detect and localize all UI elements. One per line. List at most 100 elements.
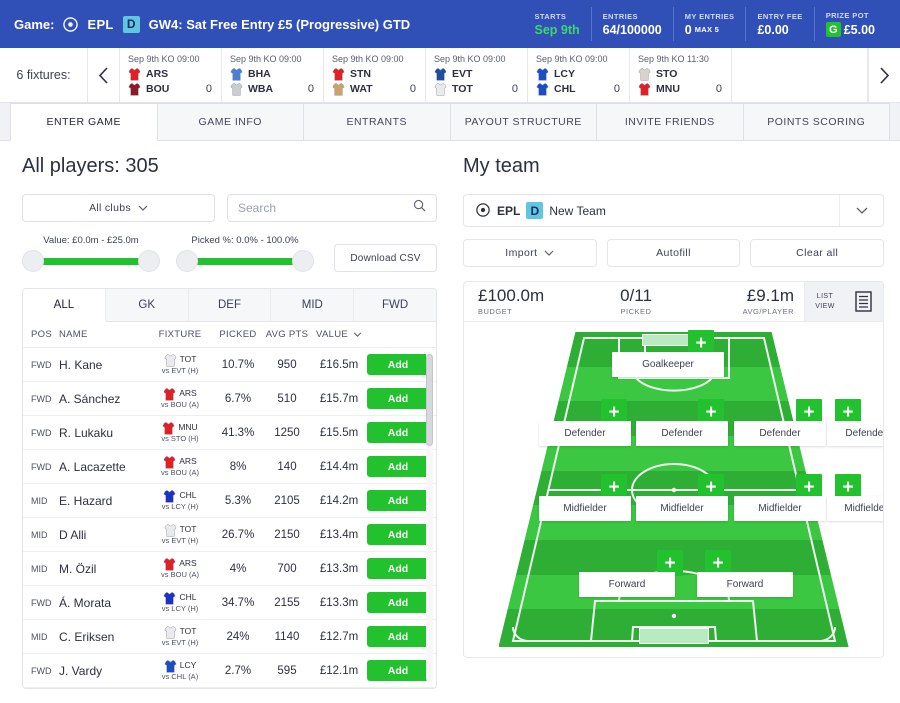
table-row[interactable]: FWD A. Lacazette ARS vs BOU (A) 8% 140 £…	[23, 450, 436, 484]
slot-position-label: Midfielder	[827, 496, 883, 521]
team-selector[interactable]: EPL D New Team	[463, 194, 884, 227]
value-slider-label: Value: £0.0m - £25.0m	[43, 235, 139, 246]
away-shirt-icon	[128, 82, 141, 96]
table-row[interactable]: FWD H. Kane TOT vs EVT (H) 10.7% 950 £16…	[23, 348, 436, 382]
away-team-abbr: CHL	[554, 82, 576, 95]
chevron-down-icon	[544, 247, 554, 259]
chevron-right-icon[interactable]	[868, 48, 900, 102]
table-row[interactable]: MID C. Eriksen TOT vs EVT (H) 24% 1140 £…	[23, 620, 436, 654]
fixture-away-team: WAT	[332, 81, 417, 96]
import-button[interactable]: Import	[463, 239, 597, 267]
slider-row: Value: £0.0m - £25.0m Picked %: 0.0% - 1…	[22, 235, 437, 272]
division-badge: D	[122, 15, 140, 33]
club-filter-dropdown[interactable]: All clubs	[22, 194, 215, 222]
value-slider-track[interactable]	[22, 250, 160, 272]
table-row[interactable]: MID D Alli TOT vs EVT (H) 26.7% 2150 £13…	[23, 518, 436, 552]
player-position: FWD	[31, 393, 52, 404]
fixture-card[interactable]: Sep 9th KO 09:00 LCY CHL 0	[528, 48, 630, 102]
chevron-left-icon[interactable]	[88, 48, 120, 102]
tab-enter-game[interactable]: ENTER GAME	[10, 103, 158, 141]
fixture-card[interactable]: Sep 9th KO 09:00 STN WAT 0	[324, 48, 426, 102]
fixture-card[interactable]: Sep 9th KO 09:00 EVT TOT 0	[426, 48, 528, 102]
position-tab-gk[interactable]: GK	[105, 289, 189, 322]
add-player-button[interactable]: Add	[367, 354, 429, 375]
list-view-icon[interactable]	[845, 282, 883, 321]
add-player-button[interactable]: Add	[367, 660, 429, 681]
player-value: £14.2m	[319, 494, 359, 507]
table-row[interactable]: MID M. Özil ARS vs BOU (A) 4% 700 £13.3m…	[23, 552, 436, 586]
col-value-sorted[interactable]: VALUE	[311, 329, 367, 340]
picked-slider-track[interactable]	[176, 250, 314, 272]
col-avg-pts[interactable]: AVG PTS	[263, 329, 311, 340]
tab-invite-friends[interactable]: INVITE FRIENDS	[597, 103, 744, 140]
add-player-button[interactable]: Add	[367, 524, 429, 545]
fixture-kickoff: Sep 9th KO 09:00	[434, 54, 506, 64]
table-scrollbar[interactable]	[426, 352, 433, 682]
autofill-button[interactable]: Autofill	[606, 239, 741, 267]
tab-entrants[interactable]: ENTRANTS	[304, 103, 451, 140]
picked-slider-min-handle[interactable]	[176, 250, 198, 272]
team-selector-main[interactable]: EPL D New Team	[464, 202, 839, 219]
position-tab-def[interactable]: DEF	[188, 289, 272, 322]
team-league-label: EPL	[497, 203, 521, 218]
fixture-card[interactable]: Sep 9th KO 09:00 BHA WBA 0	[222, 48, 324, 102]
table-row[interactable]: MID E. Hazard CHL vs LCY (H) 5.3% 2105 £…	[23, 484, 436, 518]
list-view-button[interactable]: LIST VIEW	[805, 282, 845, 321]
table-scrollbar-thumb[interactable]	[426, 354, 433, 446]
position-tab-mid[interactable]: MID	[271, 289, 355, 322]
home-shirt-icon	[434, 67, 447, 81]
table-row[interactable]: FWD R. Lukaku MNU vs STO (H) 41.3% 1250 …	[23, 416, 436, 450]
player-name: Á. Morata	[59, 595, 112, 610]
home-shirt-icon	[638, 67, 651, 81]
add-player-button[interactable]: Add	[367, 626, 429, 647]
home-shirt-icon	[332, 67, 345, 81]
add-player-button[interactable]: Add	[367, 388, 429, 409]
club-shirt-icon	[163, 455, 176, 469]
chevron-down-icon	[138, 202, 148, 214]
tab-game-info[interactable]: GAME INFO	[157, 103, 304, 140]
player-club: TOT	[179, 354, 197, 365]
team-selector-chevron-down-icon[interactable]	[839, 195, 883, 226]
stat-label: ENTRY FEE	[757, 11, 803, 21]
table-row[interactable]: FWD Á. Morata CHL vs LCY (H) 34.7% 2155 …	[23, 586, 436, 620]
team-panel-title: My team	[463, 155, 540, 177]
picked-slider-max-handle[interactable]	[292, 250, 314, 272]
player-fixture: ARS vs BOU (A)	[147, 557, 213, 580]
away-team-abbr: WBA	[248, 82, 274, 95]
add-player-button[interactable]: Add	[367, 592, 429, 613]
fixture-card[interactable]: Sep 9th KO 11:30 STO MNU 0	[630, 48, 732, 102]
download-csv-button[interactable]: Download CSV	[334, 244, 437, 272]
col-picked[interactable]: PICKED	[213, 329, 263, 340]
position-tab-fwd[interactable]: FWD	[354, 289, 436, 322]
player-picked-pct: 24%	[226, 630, 250, 643]
player-club: LCY	[179, 660, 197, 671]
table-row[interactable]: FWD A. Sánchez ARS vs BOU (A) 6.7% 510 £…	[23, 382, 436, 416]
value-slider-max-handle[interactable]	[138, 250, 160, 272]
clear-all-button[interactable]: Clear all	[750, 239, 885, 267]
search-input[interactable]	[238, 201, 413, 215]
player-fixture: CHL vs LCY (H)	[147, 489, 213, 512]
team-name: New Team	[549, 203, 606, 218]
tab-payout-structure[interactable]: PAYOUT STRUCTURE	[450, 103, 597, 140]
add-player-button[interactable]: Add	[367, 456, 429, 477]
add-player-button[interactable]: Add	[367, 490, 429, 511]
player-avg-pts: 700	[277, 562, 297, 575]
position-tab-all[interactable]: ALL	[23, 289, 106, 322]
fixture-card[interactable]: Sep 9th KO 09:00 ARS BOU 0	[120, 48, 222, 102]
home-team-abbr: EVT	[452, 67, 473, 80]
team-division-badge: D	[526, 202, 544, 219]
search-box[interactable]	[227, 194, 437, 222]
list-view-line2: VIEW	[815, 302, 835, 310]
table-row[interactable]: FWD J. Vardy LCY vs CHL (A) 2.7% 595 £12…	[23, 654, 436, 688]
add-player-button[interactable]: Add	[367, 422, 429, 443]
value-slider-min-handle[interactable]	[22, 250, 44, 272]
player-opponent: vs CHL (A)	[161, 672, 199, 682]
add-player-button[interactable]: Add	[367, 558, 429, 579]
player-value: £15.7m	[319, 392, 359, 405]
tab-points-scoring[interactable]: POINTS SCORING	[743, 103, 890, 140]
away-team-abbr: BOU	[146, 82, 170, 95]
budget-bar: £100.0m BUDGET 0/11 PICKED £9.1m AVG/PLA…	[464, 282, 883, 322]
game-identity: Game: EPL D GW4: Sat Free Entry £5 (Prog…	[14, 15, 410, 33]
game-label: Game:	[14, 16, 55, 32]
player-name: A. Sánchez	[59, 391, 121, 406]
